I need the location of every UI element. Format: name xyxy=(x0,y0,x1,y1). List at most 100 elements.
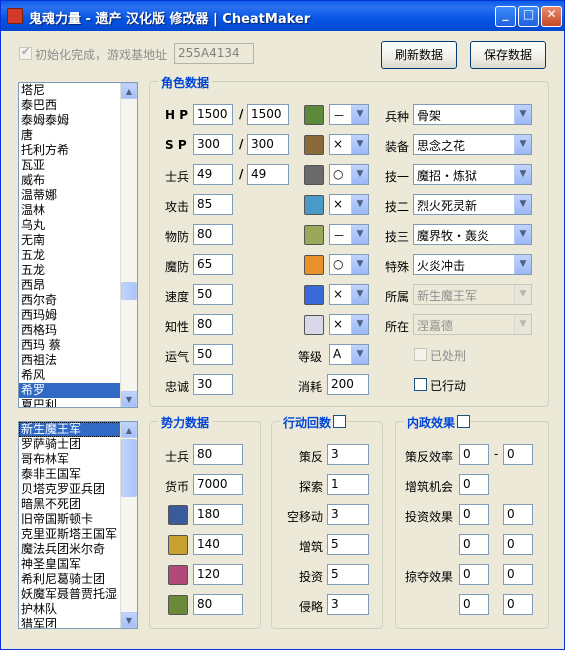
invest-effect-b-input[interactable]: 0 xyxy=(503,504,533,525)
grass-affinity-select[interactable]: － ▼ xyxy=(329,104,369,125)
action-airmove-label: 空移动 xyxy=(287,510,324,524)
belong-select: 新生魔王军 ▼ xyxy=(413,284,532,305)
scroll-down-arrow-icon[interactable]: ▼ xyxy=(121,612,137,628)
scroll-input[interactable]: 80 xyxy=(193,594,243,615)
scrollbar-thumb[interactable] xyxy=(121,439,137,497)
action-invest-label: 投资 xyxy=(299,570,324,584)
potion-input[interactable]: 120 xyxy=(193,564,243,585)
equip-select[interactable]: 思念之花 ▼ xyxy=(413,134,532,155)
invest-effect-d-input[interactable]: 0 xyxy=(503,534,533,555)
gold-input[interactable]: 140 xyxy=(193,534,243,555)
pdef-input[interactable]: 80 xyxy=(193,224,233,245)
action-count-checkbox[interactable] xyxy=(333,415,346,428)
hp-separator: / xyxy=(239,107,244,121)
faction-list-scrollbar[interactable]: ▲ ▼ xyxy=(120,422,137,628)
main-window: 鬼魂力量 - 遗产 汉化版 修改器 | CheatMaker _ □ ✕ ✔ 初… xyxy=(0,0,565,650)
action-rebel-label: 策反 xyxy=(299,450,324,464)
character-list-scrollbar[interactable]: ▲ ▼ xyxy=(120,83,137,407)
crystal-input[interactable]: 180 xyxy=(193,504,243,525)
mdef-label: 魔防 xyxy=(165,260,190,274)
scroll-up-arrow-icon[interactable]: ▲ xyxy=(121,83,137,99)
cost-input[interactable]: 200 xyxy=(327,374,369,395)
attack-label: 攻击 xyxy=(165,200,190,214)
close-button[interactable]: ✕ xyxy=(541,6,562,27)
power-soldier-input[interactable]: 80 xyxy=(193,444,243,465)
skill1-select[interactable]: 魔招・炼狱 ▼ xyxy=(413,164,532,185)
level-select[interactable]: A ▼ xyxy=(329,344,369,365)
hill-affinity-select[interactable]: × ▼ xyxy=(329,134,369,155)
action-invest-input[interactable]: 5 xyxy=(327,564,369,585)
invest-effect-label: 投资效果 xyxy=(405,510,454,524)
action-build-input[interactable]: 5 xyxy=(327,534,369,555)
water-affinity-select[interactable]: × ▼ xyxy=(329,194,369,215)
faction-list[interactable]: 新生魔王军 罗萨骑士团 哥布林军 泰非王国军 贝塔克罗亚兵团 暗黑不死团 旧帝国斯顿卡 克里亚… xyxy=(18,421,138,629)
scroll-up-arrow-icon[interactable]: ▲ xyxy=(121,422,137,438)
plunder-effect-a-input[interactable]: 0 xyxy=(459,564,489,585)
action-rebel-input[interactable]: 3 xyxy=(327,444,369,465)
acted-label: 已行动 xyxy=(430,379,467,393)
ice-icon xyxy=(304,285,324,305)
domestic-effect-checkbox[interactable] xyxy=(457,415,470,428)
sun-affinity-select[interactable]: ○ ▼ xyxy=(329,254,369,275)
invest-effect-c-input[interactable]: 0 xyxy=(459,534,489,555)
money-input[interactable]: 7000 xyxy=(193,474,243,495)
rebel-efficiency-a-input[interactable]: 0 xyxy=(459,444,489,465)
special-select[interactable]: 火炎冲击 ▼ xyxy=(413,254,532,275)
skill3-label: 技三 xyxy=(385,230,410,244)
scrollbar-thumb[interactable] xyxy=(121,282,137,300)
acted-checkbox[interactable] xyxy=(414,378,427,391)
scroll-down-arrow-icon[interactable]: ▼ xyxy=(121,391,137,407)
app-icon xyxy=(7,8,23,24)
action-invade-input[interactable]: 3 xyxy=(327,594,369,615)
belong-label: 所属 xyxy=(385,290,410,304)
rebel-efficiency-b-input[interactable]: 0 xyxy=(503,444,533,465)
action-count-caption: 行动回数 xyxy=(280,414,335,431)
scroll-icon xyxy=(168,595,188,615)
attack-input[interactable]: 85 xyxy=(193,194,233,215)
speed-label: 速度 xyxy=(165,290,190,304)
plunder-effect-d-input[interactable]: 0 xyxy=(503,594,533,615)
punished-label: 已处刑 xyxy=(430,349,467,363)
action-explore-input[interactable]: 1 xyxy=(327,474,369,495)
loyalty-label: 忠诚 xyxy=(165,380,190,394)
skill3-select[interactable]: 魔界牧・轰炎 ▼ xyxy=(413,224,532,245)
minimize-button[interactable]: _ xyxy=(495,6,516,27)
loyalty-input[interactable]: 30 xyxy=(193,374,233,395)
build-chance-label: 增筑机会 xyxy=(405,480,454,494)
special-label: 特殊 xyxy=(385,260,410,274)
water-terrain-icon xyxy=(304,195,324,215)
intel-input[interactable]: 80 xyxy=(193,314,233,335)
character-list[interactable]: 塔尼 泰巴西 泰姆泰姆唐托利方希 瓦亚 威布 温蒂娜 温林 乌丸 无南 五龙 五龙 西昂 西尔奇 西玛姆西… xyxy=(18,82,138,408)
build-chance-input[interactable]: 0 xyxy=(459,474,489,495)
action-airmove-input[interactable]: 3 xyxy=(327,504,369,525)
ice-affinity-select[interactable]: × ▼ xyxy=(329,284,369,305)
skill1-label: 技一 xyxy=(385,170,410,184)
power-soldier-label: 士兵 xyxy=(165,450,190,464)
title-bar[interactable]: 鬼魂力量 - 遗产 汉化版 修改器 | CheatMaker _ □ ✕ xyxy=(1,1,564,31)
unit-type-select[interactable]: 骨架 ▼ xyxy=(413,104,532,125)
sp-current-input[interactable]: 300 xyxy=(193,134,233,155)
rebel-efficiency-dash: - xyxy=(494,447,499,461)
sp-max-input[interactable]: 300 xyxy=(247,134,289,155)
field-affinity-select[interactable]: － ▼ xyxy=(329,224,369,245)
maximize-button[interactable]: □ xyxy=(518,6,539,27)
soldier-max-input[interactable]: 49 xyxy=(247,164,289,185)
hp-current-input[interactable]: 1500 xyxy=(193,104,233,125)
luck-input[interactable]: 50 xyxy=(193,344,233,365)
wind-affinity-select[interactable]: × ▼ xyxy=(329,314,369,335)
plunder-effect-c-input[interactable]: 0 xyxy=(459,594,489,615)
rock-affinity-select[interactable]: ○ ▼ xyxy=(329,164,369,185)
hp-max-input[interactable]: 1500 xyxy=(247,104,289,125)
skill2-select[interactable]: 烈火死灵新 ▼ xyxy=(413,194,532,215)
luck-label: 运气 xyxy=(165,350,190,364)
invest-effect-a-input[interactable]: 0 xyxy=(459,504,489,525)
mdef-input[interactable]: 65 xyxy=(193,254,233,275)
plunder-effect-b-input[interactable]: 0 xyxy=(503,564,533,585)
level-label: 等级 xyxy=(298,350,323,364)
refresh-data-button[interactable]: 刷新数据 xyxy=(381,41,457,69)
plunder-effect-label: 掠夺效果 xyxy=(405,570,454,584)
save-data-button[interactable]: 保存数据 xyxy=(470,41,546,69)
potion-icon xyxy=(168,565,188,585)
soldier-current-input[interactable]: 49 xyxy=(193,164,233,185)
speed-input[interactable]: 50 xyxy=(193,284,233,305)
